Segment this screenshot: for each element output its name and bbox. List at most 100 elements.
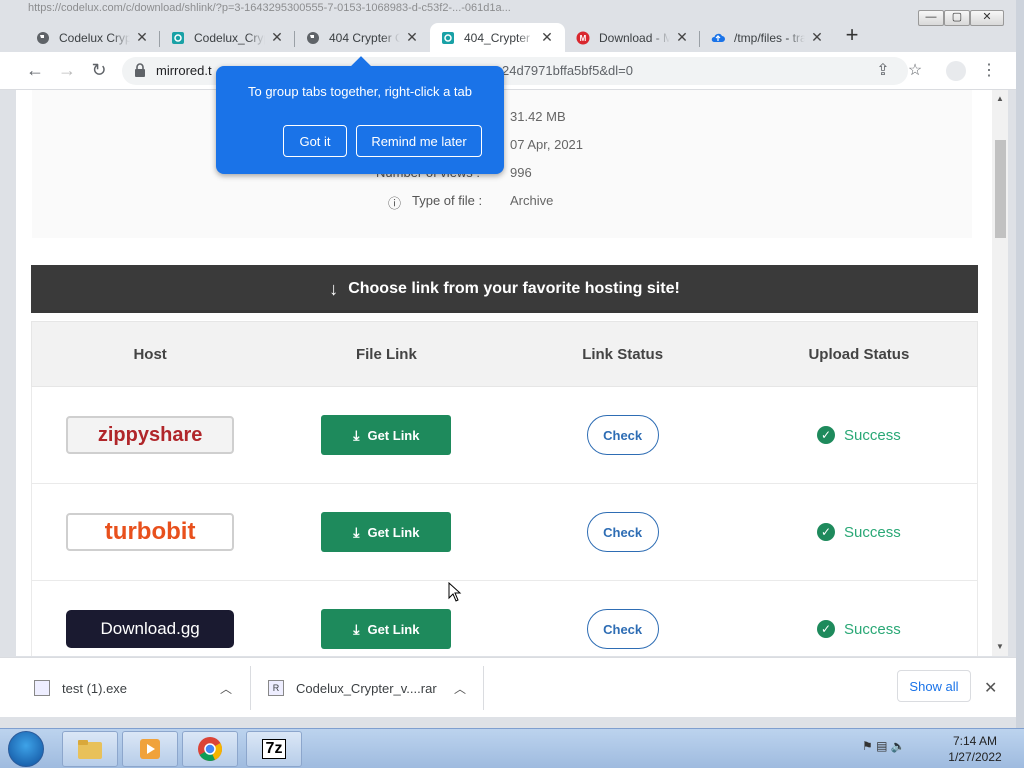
tab-codelux-crypter-2[interactable]: Codelux_Crypter ✕	[160, 23, 295, 52]
title-bar: https://codelux.com/c/download/shlink/?p…	[0, 0, 1016, 20]
tab-group-tip: To group tabs together, right-click a ta…	[216, 56, 504, 174]
bookmark-star-icon[interactable]: ☆	[906, 62, 924, 80]
tab-label: 404_Crypter	[464, 30, 531, 45]
exe-file-icon	[34, 680, 50, 696]
table-row: zippyshare ⤓ Get Link Check ✓ Success	[31, 387, 978, 484]
tab-404-crypter[interactable]: 404 Crypter Codelux ✕	[295, 23, 430, 52]
upload-status: ✓ Success	[817, 426, 901, 444]
globe-icon	[305, 30, 321, 46]
forward-icon[interactable]: →	[56, 60, 78, 82]
7zip-label: 7z	[261, 739, 287, 759]
get-link-button[interactable]: ⤓ Get Link	[321, 415, 452, 455]
check-circle-icon: ✓	[817, 620, 836, 638]
profile-avatar[interactable]	[946, 61, 966, 81]
new-tab-button[interactable]: +	[840, 24, 864, 48]
clock-date: 1/27/2022	[948, 750, 1002, 764]
tip-message: To group tabs together, right-click a ta…	[247, 84, 472, 99]
mouse-cursor-icon	[448, 582, 462, 602]
views-value: 996	[510, 165, 532, 180]
reload-icon[interactable]: ↻	[88, 60, 110, 82]
scroll-down-icon[interactable]: ▼	[996, 642, 1004, 651]
globe-icon	[35, 30, 51, 46]
title-bar-url: https://codelux.com/c/download/shlink/?p…	[28, 2, 511, 14]
codelux-favicon	[440, 30, 456, 46]
action-center-icon[interactable]: ⚑	[862, 739, 873, 753]
get-link-button[interactable]: ⤓ Get Link	[321, 512, 452, 552]
download-item-exe[interactable]: test (1).exe ︿	[34, 658, 240, 718]
tab-close-icon[interactable]: ✕	[539, 29, 555, 46]
header-link-status: Link Status	[582, 345, 664, 363]
arrow-down-icon: ↓	[329, 278, 339, 299]
chevron-up-icon[interactable]: ︿	[220, 680, 232, 697]
tab-close-icon[interactable]: ✕	[404, 29, 420, 46]
file-size-value: 31.42 MB	[510, 109, 566, 124]
cloud-icon	[710, 30, 726, 46]
hosting-banner: ↓ Choose link from your favorite hosting…	[31, 265, 978, 313]
upload-status-label: Success	[844, 523, 901, 541]
turbobit-logo: turbobit	[66, 513, 235, 551]
tab-label: /tmp/files - transfer	[734, 30, 805, 45]
mega-icon: M	[575, 30, 591, 46]
download-shelf: test (1).exe ︿ R Codelux_Crypter_v....ra…	[0, 657, 1016, 717]
tab-label: Codelux_Crypter	[194, 30, 265, 45]
get-link-button[interactable]: ⤓ Get Link	[321, 609, 452, 649]
header-upload-status: Upload Status	[808, 345, 910, 363]
header-file-link: File Link	[355, 345, 417, 363]
table-header: Host File Link Link Status Upload Status	[31, 321, 978, 387]
upload-status-label: Success	[844, 620, 901, 638]
tab-close-icon[interactable]: ✕	[134, 29, 150, 46]
show-all-button[interactable]: Show all	[897, 670, 971, 702]
volume-icon[interactable]: 🔈	[891, 739, 906, 753]
download-item-rar[interactable]: R Codelux_Crypter_v....rar ︿	[268, 658, 474, 718]
download-filename: Codelux_Crypter_v....rar	[296, 680, 437, 696]
check-button[interactable]: Check	[586, 609, 659, 649]
url-host: mirrored.t	[156, 63, 212, 78]
shelf-divider	[250, 666, 251, 710]
url-tail: 24d7971bffa5bf5&dl=0	[502, 63, 633, 78]
close-shelf-icon[interactable]: ✕	[984, 678, 997, 698]
check-circle-icon: ✓	[817, 426, 836, 444]
chrome-taskbar-icon[interactable]	[182, 731, 238, 767]
tab-label: 404 Crypter Codelux	[329, 30, 400, 45]
network-icon[interactable]: ▤	[876, 739, 887, 753]
downloadgg-logo: Download.gg	[66, 610, 235, 648]
explorer-taskbar-icon[interactable]	[62, 731, 118, 767]
type-label: Type of file :	[412, 193, 483, 208]
back-icon[interactable]: ←	[24, 60, 46, 82]
upload-status: ✓ Success	[817, 523, 901, 541]
tab-close-icon[interactable]: ✕	[269, 29, 285, 46]
tab-close-icon[interactable]: ✕	[809, 29, 825, 46]
download-filename: test (1).exe	[62, 680, 128, 696]
check-button[interactable]: Check	[586, 512, 659, 552]
lock-icon	[135, 63, 145, 77]
upload-status-label: Success	[844, 426, 901, 444]
download-icon: ⤓	[353, 523, 360, 540]
check-button[interactable]: Check	[586, 415, 659, 455]
browser-window: https://codelux.com/c/download/shlink/?p…	[0, 0, 1024, 728]
shelf-divider	[483, 666, 484, 710]
media-player-taskbar-icon[interactable]	[122, 731, 178, 767]
scroll-up-icon[interactable]: ▲	[996, 94, 1004, 103]
tab-close-icon[interactable]: ✕	[674, 29, 690, 46]
got-it-button[interactable]: Got it	[283, 125, 347, 157]
tab-codelux-crypter[interactable]: Codelux Crypter ✕	[25, 23, 160, 52]
page-scrollbar[interactable]: ▲ ▼	[992, 90, 1008, 656]
start-button[interactable]	[8, 731, 44, 767]
share-icon[interactable]: ⇪	[874, 62, 892, 80]
scroll-thumb[interactable]	[995, 140, 1006, 238]
rar-file-icon: R	[268, 680, 284, 696]
taskbar-clock[interactable]: 7:14 AM 1/27/2022	[940, 733, 1010, 765]
remind-later-button[interactable]: Remind me later	[356, 125, 482, 157]
get-link-label: Get Link	[367, 524, 420, 540]
tab-label: Download - Mega	[599, 30, 670, 45]
menu-dots-icon[interactable]: ⋮	[980, 62, 998, 80]
tab-404-crypter-active[interactable]: 404_Crypter ✕	[430, 23, 565, 52]
tab-tmp-files[interactable]: /tmp/files - transfer ✕	[700, 23, 835, 52]
type-value: Archive	[510, 193, 554, 208]
browser-toolbar: ← → ↻ mirrored.t 24d7971bffa5bf5&dl=0 ⇪ …	[0, 52, 1016, 90]
7zip-taskbar-icon[interactable]: 7z	[246, 731, 302, 767]
tab-download-mega[interactable]: M Download - Mega ✕	[565, 23, 700, 52]
chevron-up-icon[interactable]: ︿	[454, 680, 466, 697]
get-link-label: Get Link	[367, 621, 420, 637]
system-tray: ⚑ ▤ 🔈	[862, 739, 906, 753]
